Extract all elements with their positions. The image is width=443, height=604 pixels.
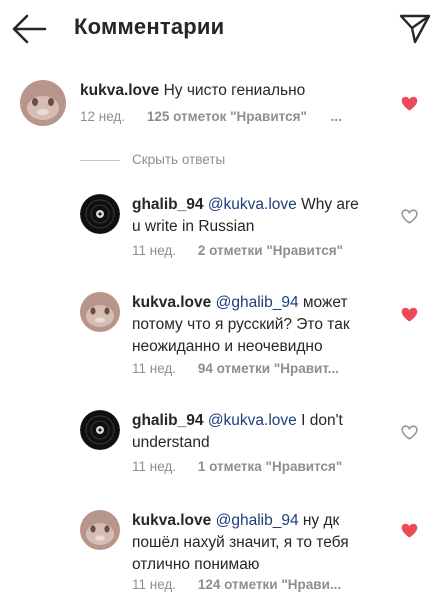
- reply-comment: ghalib_94 @kukva.love Why are u write in…: [0, 192, 443, 262]
- comment-time: 11 нед.: [132, 577, 177, 592]
- mention-link[interactable]: @ghalib_94: [216, 294, 299, 311]
- comment-username[interactable]: kukva.love: [132, 294, 211, 311]
- reply-comment: kukva.love @ghalib_94 ну дк пошёл нахуй …: [0, 508, 443, 600]
- reply-comment: ghalib_94 @kukva.love I don't understand…: [0, 408, 443, 478]
- direct-share-icon[interactable]: [398, 11, 432, 45]
- heart-icon[interactable]: [401, 96, 418, 111]
- likes-count[interactable]: 125 отметок "Нравится": [147, 109, 307, 124]
- comment-username[interactable]: ghalib_94: [132, 412, 204, 429]
- comment-body-line: может: [302, 294, 348, 311]
- comment-username[interactable]: ghalib_94: [132, 196, 204, 213]
- heart-icon[interactable]: [401, 307, 418, 322]
- back-arrow-icon[interactable]: [10, 12, 48, 46]
- hide-replies-toggle[interactable]: Скрыть ответы: [80, 152, 380, 168]
- comment-body-line: I don't: [301, 412, 343, 429]
- likes-count[interactable]: 1 отметка "Нравится": [198, 459, 342, 474]
- comment-body-line: understand: [132, 434, 210, 451]
- comment-body-line: пошёл нахуй значит, я то тебя: [132, 534, 349, 551]
- avatar[interactable]: [20, 80, 66, 126]
- avatar[interactable]: [80, 410, 120, 450]
- comment-body-line: u write in Russian: [132, 218, 255, 235]
- heart-icon[interactable]: [401, 523, 418, 538]
- comment-text: kukva.love Ну чисто гениально: [80, 80, 380, 102]
- avatar[interactable]: [80, 292, 120, 332]
- comment-meta: 11 нед. 94 отметки "Нравит...: [132, 361, 339, 376]
- hide-replies-label: Скрыть ответы: [132, 152, 226, 167]
- comment-text: ghalib_94 @kukva.love Why are u write in…: [132, 194, 382, 238]
- comment-text: ghalib_94 @kukva.love I don't understand: [132, 410, 382, 454]
- comment-meta: 11 нед. 124 отметки "Нрави...: [132, 577, 341, 592]
- comment-time: 12 нед.: [80, 109, 126, 124]
- likes-count[interactable]: 2 отметки "Нравится": [198, 243, 343, 258]
- comment-time: 11 нед.: [132, 243, 177, 258]
- comment-body-line: Why are: [301, 196, 359, 213]
- comment-body-line: неожиданно и неочевидно: [132, 338, 323, 355]
- comment-body-line: потому что я русский? Это так: [132, 316, 350, 333]
- more-options[interactable]: ...: [331, 109, 342, 124]
- likes-count[interactable]: 124 отметки "Нрави...: [198, 577, 341, 592]
- comment-meta: 11 нед. 2 отметки "Нравится": [132, 243, 343, 258]
- divider-line: [80, 160, 120, 161]
- mention-link[interactable]: @kukva.love: [208, 196, 297, 213]
- comment-time: 11 нед.: [132, 459, 177, 474]
- likes-count[interactable]: 94 отметки "Нравит...: [198, 361, 339, 376]
- comment-meta: 11 нед. 1 отметка "Нравится": [132, 459, 342, 474]
- comment-text: kukva.love @ghalib_94 ну дк пошёл нахуй …: [132, 510, 382, 576]
- comment-username[interactable]: kukva.love: [132, 512, 211, 529]
- heart-outline-icon[interactable]: [401, 209, 418, 224]
- heart-outline-icon[interactable]: [401, 425, 418, 440]
- avatar[interactable]: [80, 194, 120, 234]
- page-title: Комментарии: [74, 14, 225, 39]
- reply-comment: kukva.love @ghalib_94 может потому что я…: [0, 290, 443, 382]
- main-comment: kukva.love Ну чисто гениально 12 нед. 12…: [0, 78, 443, 138]
- comment-username[interactable]: kukva.love: [80, 82, 159, 99]
- mention-link[interactable]: @kukva.love: [208, 412, 297, 429]
- comment-body-line: отлично понимаю: [132, 556, 260, 573]
- comment-body-line: ну дк: [302, 512, 340, 529]
- top-bar: Комментарии: [0, 0, 443, 58]
- comment-body: Ну чисто гениально: [163, 82, 306, 99]
- comment-meta: 12 нед. 125 отметок "Нравится" ...: [80, 109, 342, 124]
- mention-link[interactable]: @ghalib_94: [216, 512, 299, 529]
- avatar[interactable]: [80, 510, 120, 550]
- comment-text: kukva.love @ghalib_94 может потому что я…: [132, 292, 382, 358]
- comment-time: 11 нед.: [132, 361, 177, 376]
